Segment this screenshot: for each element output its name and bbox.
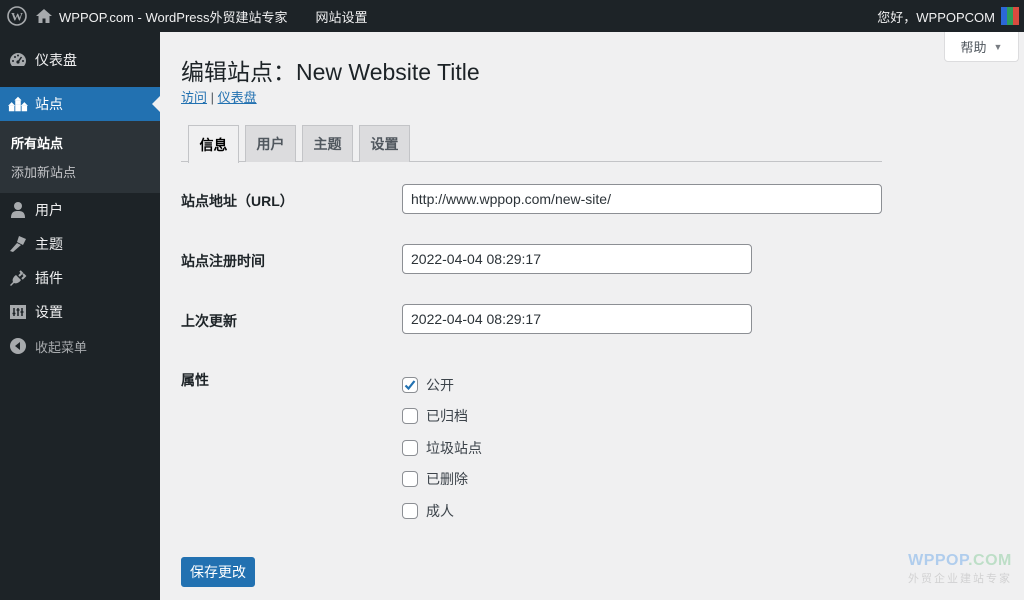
- plugins-icon: [8, 268, 28, 288]
- tab-settings[interactable]: 设置: [359, 125, 410, 162]
- registered-input[interactable]: [402, 244, 752, 274]
- attribute-spam[interactable]: 垃圾站点: [402, 432, 482, 464]
- sidebar-item-label: 设置: [35, 304, 63, 320]
- network-settings-link[interactable]: 网站设置: [308, 0, 376, 32]
- public-checkbox[interactable]: [402, 376, 418, 393]
- admin-sidebar: 仪表盘 站点 所有站点 添加新站点 用户 主题 插件 设置 收起菜单: [0, 32, 160, 600]
- greeting-label: 您好，WPPOPCOM: [877, 9, 995, 25]
- dashboard-link[interactable]: 仪表盘: [218, 90, 257, 105]
- sidebar-item-users[interactable]: 用户: [0, 193, 160, 227]
- sidebar-item-settings[interactable]: 设置: [0, 295, 160, 329]
- submenu-add-new-site[interactable]: 添加新站点: [0, 157, 160, 186]
- deleted-label: 已删除: [426, 471, 468, 488]
- svg-text:W: W: [11, 10, 23, 24]
- admin-bar: W WPPOP.com - WordPress外贸建站专家 网站设置 您好，WP…: [0, 0, 1024, 32]
- url-label: 站点地址（URL）: [181, 193, 294, 209]
- attribute-archived[interactable]: 已归档: [402, 401, 482, 433]
- save-changes-button[interactable]: 保存更改: [181, 557, 255, 587]
- tab-users[interactable]: 用户: [245, 125, 296, 162]
- archived-label: 已归档: [426, 408, 468, 425]
- spam-label: 垃圾站点: [426, 439, 482, 456]
- sidebar-item-label: 收起菜单: [35, 339, 88, 355]
- site-tabs: 信息 用户 主题 设置: [181, 125, 882, 163]
- main-content: 编辑站点：New Website Title 访问 | 仪表盘 信息 用户 主题…: [160, 32, 1024, 600]
- mature-checkbox[interactable]: [402, 502, 418, 519]
- attributes-label: 属性: [181, 372, 209, 388]
- my-account-link[interactable]: 您好，WPPOPCOM: [877, 0, 1019, 32]
- sidebar-item-sites[interactable]: 站点: [0, 87, 160, 121]
- spam-checkbox[interactable]: [402, 439, 418, 456]
- sidebar-item-dashboard[interactable]: 仪表盘: [0, 43, 160, 77]
- sidebar-item-appearance[interactable]: 主题: [0, 227, 160, 261]
- url-input[interactable]: [402, 184, 882, 214]
- submenu-all-sites[interactable]: 所有站点: [0, 128, 160, 157]
- sidebar-item-label: 插件: [35, 270, 63, 286]
- collapse-icon: [8, 336, 28, 356]
- sidebar-item-label: 用户: [35, 202, 63, 218]
- public-label: 公开: [426, 376, 454, 393]
- watermark-brand: WPPOP.COM: [908, 552, 1012, 570]
- appearance-icon: [8, 234, 28, 254]
- collapse-menu-button[interactable]: 收起菜单: [0, 329, 160, 363]
- page-title: 编辑站点：New Website Title: [181, 59, 480, 85]
- site-name-link[interactable]: WPPOP.com - WordPress外贸建站专家: [33, 0, 296, 32]
- checkmark-icon: [404, 380, 416, 390]
- attributes-checkbox-list: 公开 已归档 垃圾站点 已删除 成人: [402, 369, 482, 527]
- visit-link[interactable]: 访问: [181, 90, 207, 105]
- dashboard-icon: [8, 50, 28, 70]
- link-separator: |: [207, 90, 218, 105]
- watermark: WPPOP.COM 外贸企业建站专家: [908, 552, 1012, 586]
- settings-icon: [8, 302, 28, 322]
- watermark-brand-b: .COM: [968, 552, 1012, 569]
- sites-submenu: 所有站点 添加新站点: [0, 121, 160, 193]
- tab-info[interactable]: 信息: [188, 125, 239, 163]
- attribute-public[interactable]: 公开: [402, 369, 482, 401]
- last-updated-label: 上次更新: [181, 313, 237, 329]
- archived-checkbox[interactable]: [402, 408, 418, 425]
- page-links: 访问 | 仪表盘: [181, 87, 257, 106]
- avatar: [1001, 7, 1019, 25]
- tab-themes[interactable]: 主题: [302, 125, 353, 162]
- home-icon: [36, 9, 52, 23]
- mature-label: 成人: [426, 502, 454, 519]
- registered-label: 站点注册时间: [181, 253, 265, 269]
- last-updated-input[interactable]: [402, 304, 752, 334]
- deleted-checkbox[interactable]: [402, 471, 418, 488]
- sidebar-item-label: 仪表盘: [35, 52, 77, 68]
- site-name-label: WPPOP.com - WordPress外贸建站专家: [59, 9, 288, 25]
- attribute-mature[interactable]: 成人: [402, 495, 482, 527]
- watermark-tagline: 外贸企业建站专家: [908, 573, 1012, 585]
- sidebar-item-label: 主题: [35, 236, 63, 252]
- wordpress-logo-icon: W: [7, 6, 27, 26]
- attribute-deleted[interactable]: 已删除: [402, 464, 482, 496]
- sidebar-item-label: 站点: [35, 96, 63, 112]
- sidebar-item-plugins[interactable]: 插件: [0, 261, 160, 295]
- wordpress-logo-button[interactable]: W: [1, 0, 33, 32]
- sites-icon: [8, 94, 28, 114]
- watermark-brand-a: WPPOP: [908, 552, 969, 569]
- users-icon: [8, 200, 28, 220]
